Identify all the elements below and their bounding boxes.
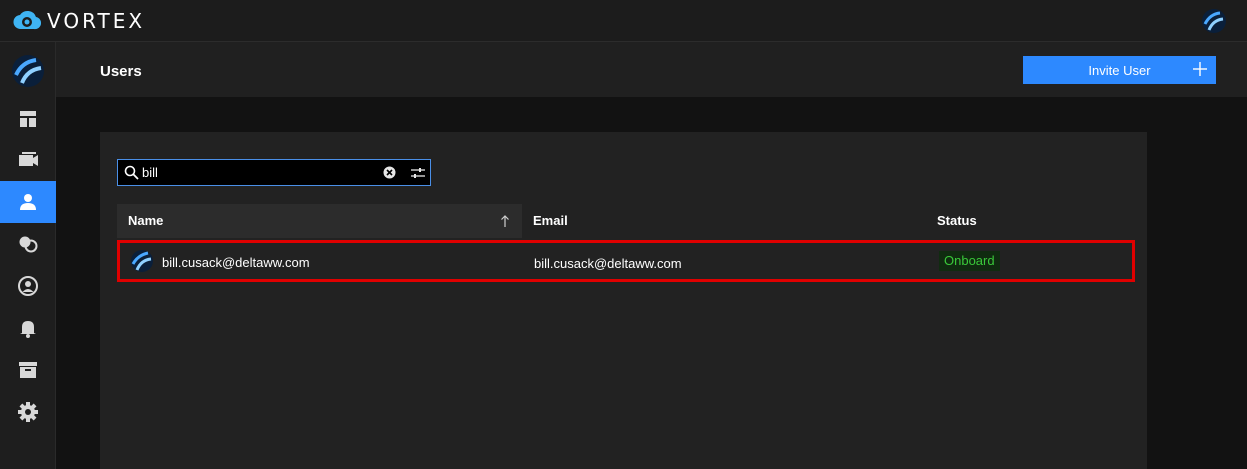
user-email: bill.cusack@deltaww.com: [534, 256, 682, 271]
user-avatar-icon[interactable]: [1201, 8, 1227, 34]
invite-user-button[interactable]: Invite User: [1023, 56, 1216, 84]
sidebar-item-profile[interactable]: [0, 265, 56, 307]
sidebar-item-settings[interactable]: [0, 391, 56, 433]
sidebar-item-media[interactable]: [0, 139, 56, 181]
search-icon: [124, 165, 139, 180]
clear-search-icon[interactable]: [383, 166, 396, 179]
filter-settings-icon[interactable]: [411, 166, 425, 180]
notifications-icon: [20, 321, 36, 338]
status-badge: Onboard: [939, 251, 1000, 271]
users-icon: [20, 194, 36, 210]
top-bar: VORTEX: [0, 0, 1247, 42]
sidebar-item-dashboard[interactable]: [0, 98, 56, 140]
plus-icon: [1193, 62, 1207, 76]
column-header-email-label: Email: [533, 213, 568, 228]
search-box: [117, 159, 431, 186]
sidebar: [0, 42, 56, 469]
app-logo[interactable]: VORTEX: [13, 8, 145, 34]
sidebar-item-archive[interactable]: [0, 349, 56, 391]
sort-ascending-icon[interactable]: [500, 215, 510, 227]
app-name: VORTEX: [47, 9, 146, 33]
settings-icon: [18, 402, 38, 422]
column-header-name-label: Name: [128, 213, 164, 228]
table-header: Name Email Status: [117, 204, 1135, 238]
page-header: Users Invite User: [56, 42, 1247, 97]
org-avatar-icon[interactable]: [11, 54, 45, 88]
column-header-email[interactable]: Email: [522, 204, 922, 238]
dashboard-icon: [20, 111, 36, 127]
column-header-name[interactable]: Name: [117, 204, 522, 238]
sidebar-item-groups[interactable]: [0, 223, 56, 265]
user-avatar-icon: [131, 250, 153, 272]
column-header-status[interactable]: Status: [926, 204, 1126, 238]
groups-icon: [19, 236, 38, 253]
column-header-status-label: Status: [937, 213, 977, 228]
table-row[interactable]: bill.cusack@deltaww.com bill.cusack@delt…: [117, 240, 1135, 282]
page-title: Users: [100, 63, 142, 80]
sidebar-item-notifications[interactable]: [0, 307, 56, 349]
invite-user-label: Invite User: [1088, 63, 1151, 78]
archive-icon: [19, 362, 37, 378]
media-icon: [19, 152, 38, 166]
users-panel: Name Email Status bill.cusack@deltaww.co…: [100, 132, 1147, 469]
search-input[interactable]: [142, 163, 372, 182]
sidebar-item-users[interactable]: [0, 181, 56, 223]
cloud-logo-icon: [13, 11, 41, 30]
profile-icon: [18, 276, 38, 296]
user-name[interactable]: bill.cusack@deltaww.com: [162, 255, 310, 270]
